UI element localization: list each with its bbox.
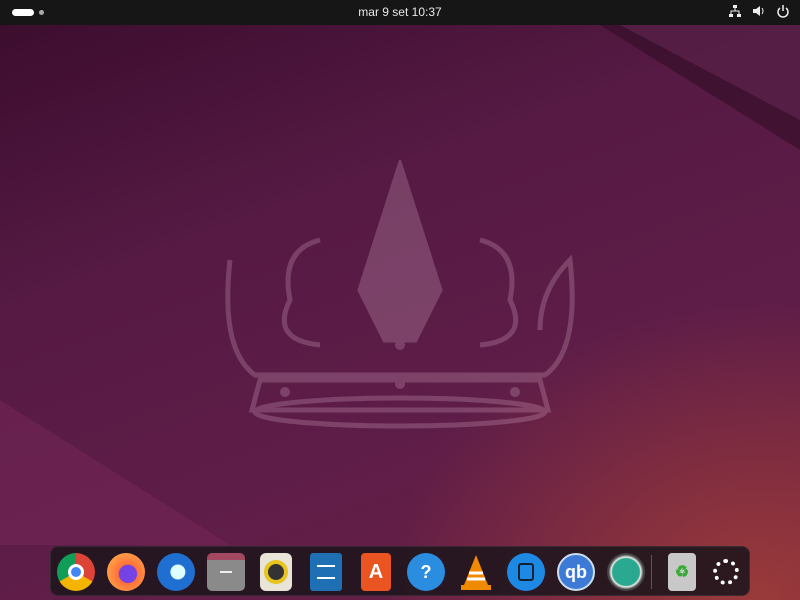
crown-logo <box>225 160 575 429</box>
vlc-icon[interactable] <box>457 553 495 591</box>
trash-icon[interactable]: ♻ <box>668 553 696 591</box>
thunderbird-icon[interactable] <box>157 553 195 591</box>
dock-separator <box>651 555 652 589</box>
qbittorrent-icon[interactable]: qb <box>557 553 595 591</box>
show-apps-icon[interactable] <box>707 553 745 591</box>
video-download-icon[interactable] <box>507 553 545 591</box>
app-center-icon[interactable]: A <box>361 553 391 591</box>
network-icon <box>729 5 741 17</box>
dock: A ? qb ♻ <box>50 546 750 596</box>
chrome-icon[interactable] <box>57 553 95 591</box>
wallpaper-shapes <box>0 25 800 545</box>
system-tray[interactable] <box>728 4 790 18</box>
top-bar: mar 9 set 10:37 <box>0 0 800 25</box>
rhythmbox-icon[interactable] <box>260 553 292 591</box>
help-icon[interactable]: ? <box>407 553 445 591</box>
volume-icon <box>753 6 764 16</box>
folder-icon[interactable] <box>207 553 245 591</box>
writer-icon[interactable] <box>310 553 342 591</box>
firefox-icon[interactable] <box>107 553 145 591</box>
bleachbit-icon[interactable] <box>607 553 645 591</box>
clock[interactable]: mar 9 set 10:37 <box>0 5 800 19</box>
power-icon <box>777 5 789 18</box>
